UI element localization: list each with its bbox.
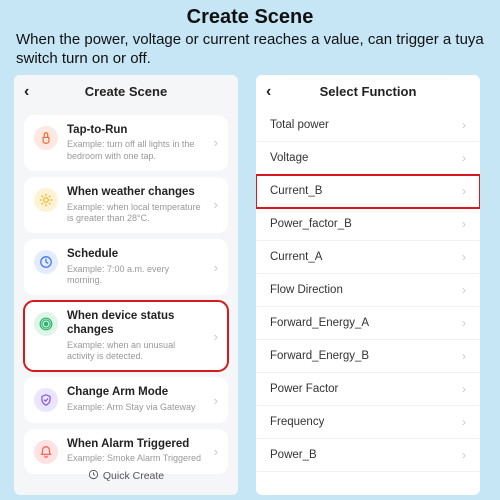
function-row[interactable]: Power_B › bbox=[256, 439, 480, 472]
function-row[interactable]: Current_B › bbox=[256, 175, 480, 208]
function-row[interactable]: Frequency › bbox=[256, 406, 480, 439]
page-title: Create Scene bbox=[0, 0, 500, 29]
scene-card[interactable]: Change Arm Mode Example: Arm Stay via Gat… bbox=[24, 377, 228, 422]
chevron-right-icon: › bbox=[462, 283, 466, 297]
card-subtitle: Example: when an unusual activity is det… bbox=[67, 340, 205, 363]
alarm-icon bbox=[34, 440, 58, 464]
function-label: Power_B bbox=[270, 449, 317, 461]
chevron-right-icon: › bbox=[462, 217, 466, 231]
function-row[interactable]: Power Factor › bbox=[256, 373, 480, 406]
quick-create-button[interactable]: Quick Create bbox=[14, 463, 238, 489]
chevron-right-icon: › bbox=[462, 250, 466, 264]
chevron-right-icon: › bbox=[462, 382, 466, 396]
phone-create-scene: ‹ Create Scene Tap-to-RunExample: turn o… bbox=[14, 75, 238, 495]
card-title: Schedule bbox=[67, 248, 205, 262]
card-text: Tap-to-RunExample: turn off all lights i… bbox=[67, 124, 205, 162]
scene-card[interactable]: Schedule Example: 7:00 a.m. every morning… bbox=[24, 239, 228, 295]
card-subtitle: Example: turn off all lights in the bedr… bbox=[67, 139, 205, 162]
quick-create-icon bbox=[88, 469, 99, 483]
scene-card[interactable]: When device status changesExample: when … bbox=[24, 301, 228, 371]
card-text: When Alarm TriggeredExample: Smoke Alarm… bbox=[67, 438, 205, 465]
chevron-right-icon: › bbox=[462, 415, 466, 429]
function-row[interactable]: Total power › bbox=[256, 109, 480, 142]
chevron-right-icon: › bbox=[462, 349, 466, 363]
card-title: Change Arm Mode bbox=[67, 386, 205, 400]
chevron-right-icon: › bbox=[462, 118, 466, 132]
chevron-right-icon: › bbox=[462, 448, 466, 462]
function-row[interactable]: Forward_Energy_A › bbox=[256, 307, 480, 340]
card-title: When Alarm Triggered bbox=[67, 438, 205, 452]
function-label: Forward_Energy_A bbox=[270, 317, 369, 329]
function-row[interactable]: Flow Direction › bbox=[256, 274, 480, 307]
header-right: ‹ Select Function bbox=[256, 75, 480, 109]
card-text: Schedule Example: 7:00 a.m. every morning… bbox=[67, 248, 205, 286]
function-label: Total power bbox=[270, 119, 329, 131]
function-row[interactable]: Current_A › bbox=[256, 241, 480, 274]
shield-icon bbox=[34, 388, 58, 412]
chevron-right-icon: › bbox=[462, 184, 466, 198]
card-text: When weather changes Example: when local … bbox=[67, 186, 205, 224]
card-text: Change Arm Mode Example: Arm Stay via Gat… bbox=[67, 386, 205, 413]
chevron-right-icon: › bbox=[214, 197, 218, 212]
function-label: Forward_Energy_B bbox=[270, 350, 369, 362]
card-subtitle: Example: 7:00 a.m. every morning. bbox=[67, 264, 205, 287]
function-label: Power_factor_B bbox=[270, 218, 352, 230]
chevron-right-icon: › bbox=[214, 393, 218, 408]
card-title: Tap-to-Run bbox=[67, 124, 205, 138]
chevron-right-icon: › bbox=[462, 316, 466, 330]
phone-select-function: ‹ Select Function Total power›Voltage›Cu… bbox=[256, 75, 480, 495]
function-label: Voltage bbox=[270, 152, 308, 164]
chevron-right-icon: › bbox=[462, 151, 466, 165]
scene-card[interactable]: When weather changes Example: when local … bbox=[24, 177, 228, 233]
chevron-right-icon: › bbox=[214, 260, 218, 275]
chevron-right-icon: › bbox=[214, 444, 218, 459]
function-row[interactable]: Voltage › bbox=[256, 142, 480, 175]
tap-icon bbox=[34, 126, 58, 150]
scene-card[interactable]: Tap-to-RunExample: turn off all lights i… bbox=[24, 115, 228, 171]
clock-icon bbox=[34, 250, 58, 274]
function-row[interactable]: Power_factor_B › bbox=[256, 208, 480, 241]
sun-icon bbox=[34, 188, 58, 212]
page-subtitle: When the power, voltage or current reach… bbox=[0, 29, 500, 75]
function-row[interactable]: Forward_Energy_B › bbox=[256, 340, 480, 373]
card-subtitle: Example: Arm Stay via Gateway bbox=[67, 402, 205, 413]
quick-create-label: Quick Create bbox=[103, 469, 164, 481]
card-title: When weather changes bbox=[67, 186, 205, 200]
card-title: When device status changes bbox=[67, 310, 205, 338]
function-label: Current_B bbox=[270, 185, 322, 197]
device-icon bbox=[34, 312, 58, 336]
function-label: Flow Direction bbox=[270, 284, 343, 296]
chevron-right-icon: › bbox=[214, 135, 218, 150]
header-left: ‹ Create Scene bbox=[14, 75, 238, 109]
chevron-right-icon: › bbox=[214, 329, 218, 344]
header-title-left: Create Scene bbox=[24, 84, 228, 99]
card-subtitle: Example: when local temperature is great… bbox=[67, 202, 205, 225]
function-label: Frequency bbox=[270, 416, 324, 428]
function-label: Current_A bbox=[270, 251, 322, 263]
card-text: When device status changesExample: when … bbox=[67, 310, 205, 362]
function-label: Power Factor bbox=[270, 383, 338, 395]
header-title-right: Select Function bbox=[266, 84, 470, 99]
